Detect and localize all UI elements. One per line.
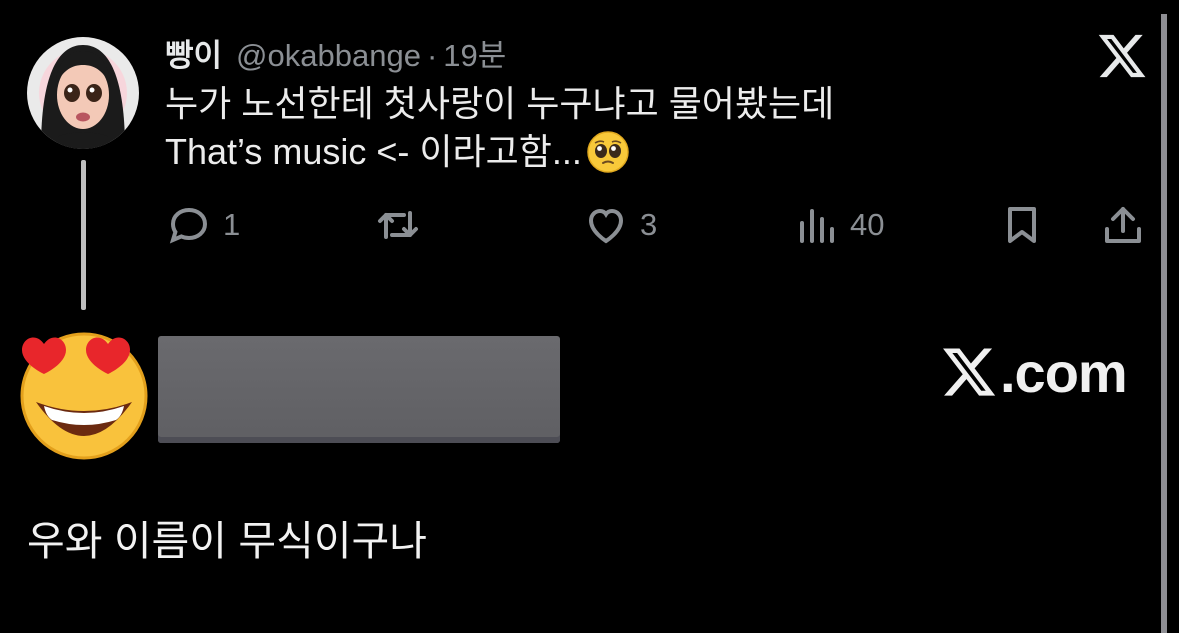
- handle[interactable]: @okabbange: [236, 38, 421, 74]
- tweet-header: 빵이 @okabbange · 19분: [165, 30, 506, 73]
- pleading-face-icon: [587, 131, 629, 173]
- avatar-illustration: [41, 45, 125, 149]
- like-count: 3: [640, 207, 658, 242]
- thread-line: [81, 160, 86, 310]
- reply-count: 1: [223, 207, 241, 242]
- redacted-username: [158, 336, 560, 443]
- separator: ·: [426, 38, 438, 73]
- heart-icon: [588, 208, 624, 244]
- like-action[interactable]: 3: [582, 200, 657, 250]
- scrollbar[interactable]: [1161, 14, 1167, 633]
- share-icon: [1105, 207, 1141, 243]
- tweet-text-line-2: That’s music <- 이라고함...: [165, 128, 834, 176]
- xcom-label: .com: [1000, 340, 1128, 404]
- reply-icon: [169, 207, 208, 244]
- timestamp[interactable]: 19분: [443, 30, 506, 75]
- views-icon: [800, 209, 834, 243]
- bookmark-icon: [1008, 207, 1036, 243]
- x-logo-icon: [1096, 30, 1148, 82]
- heart-eyes-emoji-icon: [20, 332, 148, 460]
- reply-text: 우와 이름이 무식이구나: [27, 518, 427, 564]
- avatar[interactable]: [27, 37, 139, 149]
- repost-action[interactable]: [374, 200, 422, 250]
- tweet-text: 누가 노선한테 첫사랑이 누구냐고 물어봤는데 That’s music <- …: [165, 80, 834, 176]
- tweet-text-line-1: 누가 노선한테 첫사랑이 누구냐고 물어봤는데: [165, 83, 835, 124]
- view-count: 40: [850, 207, 885, 242]
- share-action[interactable]: [1099, 200, 1147, 250]
- display-name[interactable]: 빵이: [165, 30, 222, 75]
- tweet-text-line-2-text: That’s music <- 이라고함...: [165, 131, 582, 172]
- x-logo-icon: [943, 348, 996, 396]
- bookmark-action[interactable]: [998, 200, 1046, 250]
- reply-action[interactable]: 1: [165, 200, 240, 250]
- xcom-watermark: .com: [940, 336, 1128, 408]
- repost-icon: [378, 211, 418, 239]
- views-action[interactable]: 40: [792, 200, 884, 250]
